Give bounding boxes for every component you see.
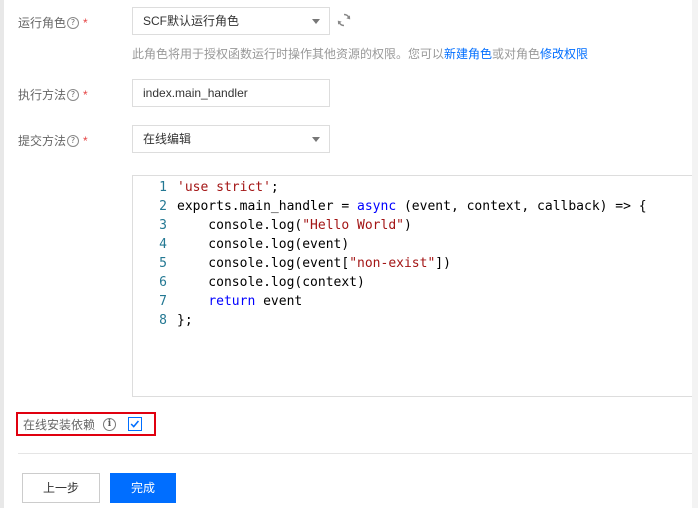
handler-input[interactable]: index.main_handler	[132, 79, 330, 107]
line-number: 3	[159, 218, 167, 233]
done-button[interactable]: 完成	[110, 473, 176, 503]
code-line: 7 return event	[133, 292, 302, 311]
role-select-value: SCF默认运行角色	[143, 14, 240, 28]
code-line: 4 console.log(event)	[133, 235, 349, 254]
line-number: 1	[159, 180, 167, 195]
code-token: };	[177, 313, 193, 328]
line-number: 2	[159, 199, 167, 214]
code-token: )	[403, 218, 412, 233]
chevron-down-icon	[312, 137, 320, 142]
create-role-link[interactable]: 新建角色	[444, 47, 492, 61]
role-select[interactable]: SCF默认运行角色	[132, 7, 330, 35]
code-token: 'use strict'	[177, 180, 271, 195]
submit-label: 提交方法	[18, 134, 67, 148]
submit-required-mark: *	[83, 133, 88, 148]
install-deps-label: 在线安装依赖	[23, 417, 96, 432]
role-hint-text: 此角色将用于授权函数运行时操作其他资源的权限。您可以	[132, 47, 445, 61]
page-scroll-edge	[692, 0, 698, 508]
submit-help-icon[interactable]: ?	[67, 134, 80, 147]
chevron-down-icon	[312, 19, 320, 24]
code-line: 6 console.log(context)	[133, 273, 365, 292]
role-label-group: 运行角色 ? *	[18, 14, 88, 31]
handler-label: 执行方法	[18, 88, 67, 102]
edit-permission-link[interactable]: 修改权限	[540, 47, 588, 61]
handler-required-mark: *	[83, 87, 88, 102]
code-line: 3 console.log("Hello World")	[133, 216, 412, 235]
check-icon	[130, 420, 140, 428]
role-hint-middle: 或对角色	[492, 47, 541, 61]
refresh-icon[interactable]	[336, 12, 352, 28]
line-number: 7	[159, 294, 167, 309]
footer-divider	[18, 453, 696, 454]
code-token: ])	[435, 256, 451, 271]
function-config-panel: 运行角色 ? * SCF默认运行角色 此角色将用于授权函数运行时操作其他资源的权…	[0, 0, 696, 508]
code-token: async	[357, 199, 397, 214]
submit-method-value: 在线编辑	[143, 132, 192, 146]
code-token: exports.main_handler =	[177, 199, 358, 214]
code-token: ;	[270, 180, 279, 195]
prev-step-button[interactable]: 上一步	[22, 473, 100, 503]
role-hint: 此角色将用于授权函数运行时操作其他资源的权限。您可以新建角色或对角色修改权限	[132, 45, 588, 62]
code-token: "non-exist"	[349, 256, 436, 271]
code-line: 1 'use strict';	[133, 178, 279, 197]
handler-help-icon[interactable]: ?	[67, 88, 80, 101]
info-icon[interactable]: i	[103, 417, 117, 431]
line-number: 5	[159, 256, 167, 271]
code-token: "Hello World"	[302, 218, 404, 233]
line-number: 6	[159, 275, 167, 290]
handler-input-value: index.main_handler	[143, 86, 248, 100]
submit-label-group: 提交方法 ? *	[18, 132, 88, 149]
code-line: 8};	[133, 311, 193, 330]
code-token: console.log(context)	[177, 275, 365, 290]
code-token: event	[255, 294, 303, 309]
code-token: console.log(event)	[177, 237, 350, 252]
install-deps-checkbox[interactable]	[128, 417, 143, 431]
code-editor[interactable]: 1 'use strict'; 2 exports.main_handler = as…	[132, 175, 696, 397]
submit-method-select[interactable]: 在线编辑	[132, 125, 330, 153]
code-line: 2 exports.main_handler = async (event, co…	[133, 197, 647, 216]
code-token: return	[208, 294, 256, 309]
role-help-icon[interactable]: ?	[67, 16, 80, 29]
role-label: 运行角色	[18, 16, 67, 30]
handler-label-group: 执行方法 ? *	[18, 86, 88, 103]
install-deps-row: 在线安装依赖 i	[16, 412, 156, 436]
role-required-mark: *	[83, 15, 88, 30]
code-token: console.log(	[177, 218, 303, 233]
code-line: 5 console.log(event["non-exist"])	[133, 254, 451, 273]
line-number: 8	[159, 313, 167, 328]
code-token: (event, context, callback) => {	[396, 199, 647, 214]
line-number: 4	[159, 237, 167, 252]
code-token: console.log(event[	[177, 256, 350, 271]
